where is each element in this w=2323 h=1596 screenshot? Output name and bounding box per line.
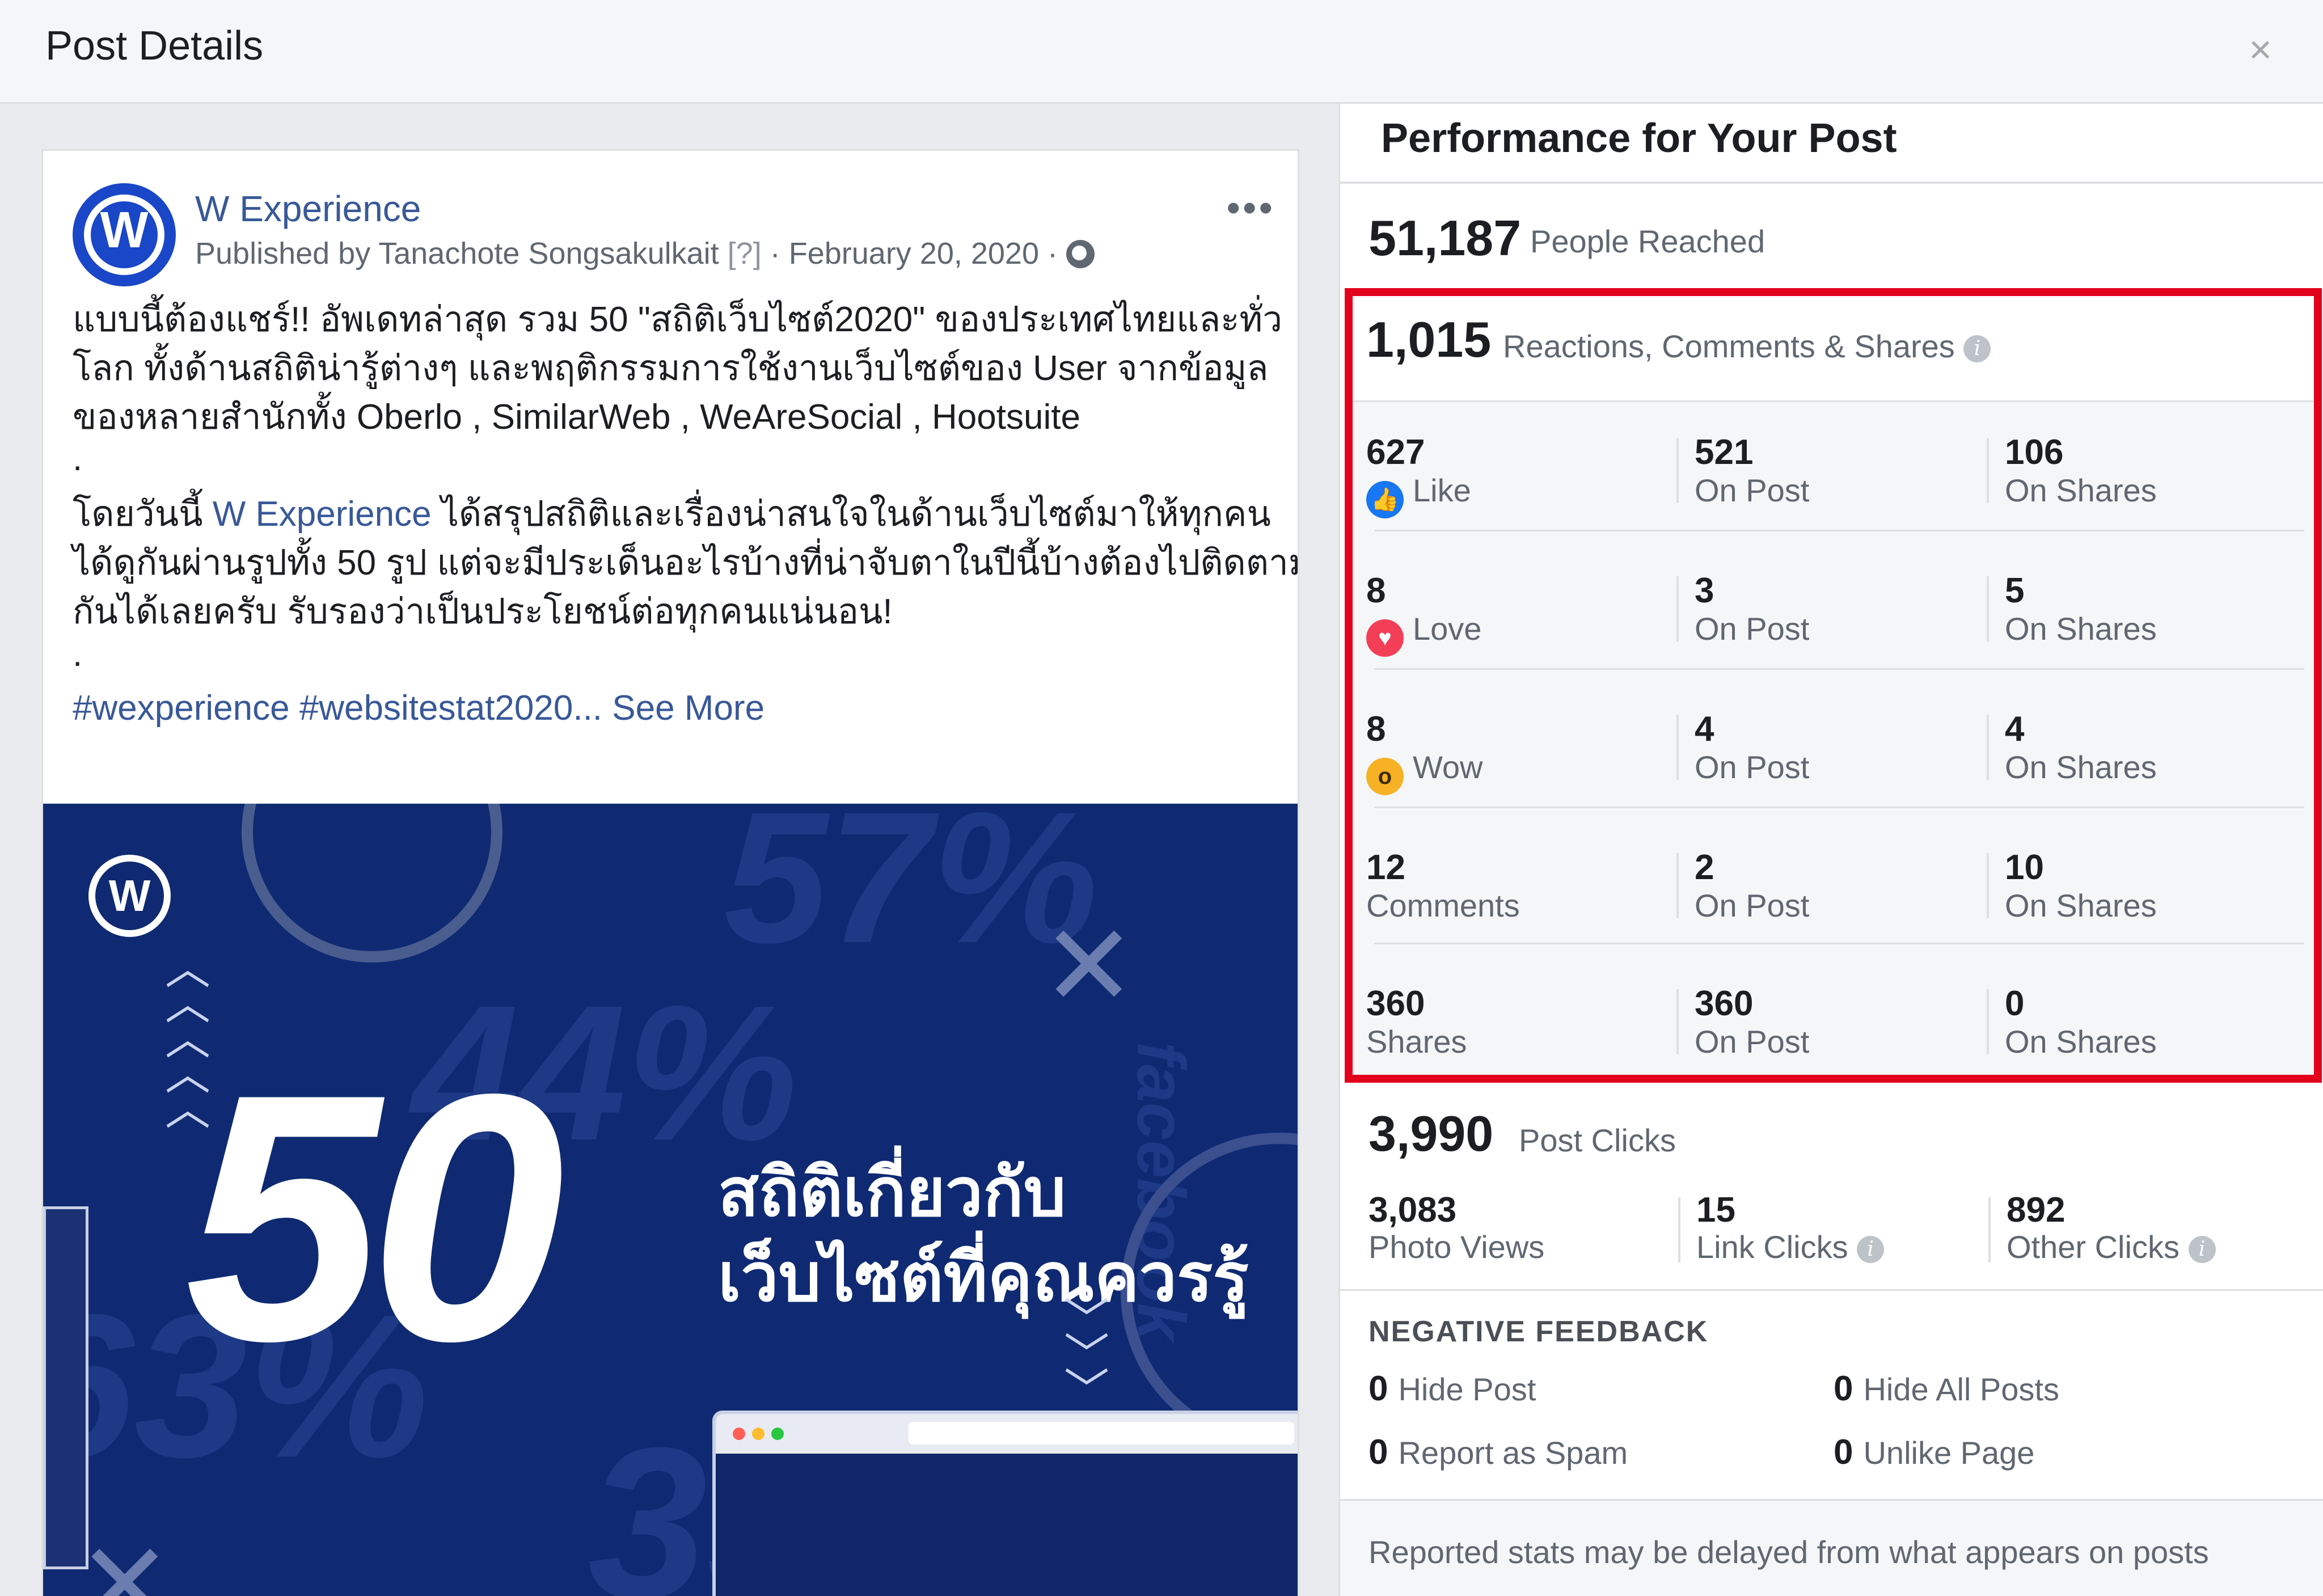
post-text-line: ของหลายสำนักทั้ง Oberlo , SimilarWeb , W…: [73, 398, 1080, 437]
post-card: W W Experience Published by Tanachote So…: [41, 149, 1299, 1596]
engagement-highlight-box: 1,015 Reactions, Comments & Shares i 627…: [1345, 288, 2322, 1083]
on-post-label: On Post: [1695, 749, 1810, 785]
wow-label: o Wow: [1366, 749, 1483, 795]
on-post-label: On Post: [1695, 1024, 1810, 1059]
more-options-icon[interactable]: •••: [1226, 185, 1275, 230]
close-icon[interactable]: ×: [2249, 29, 2272, 69]
post-image[interactable]: 57% 44% 63% 33.8 facebook ✕ ✕ W ︿︿︿︿︿ 50…: [43, 804, 1298, 1596]
avatar-logo-icon: W: [100, 202, 149, 259]
post-text-line: .: [73, 439, 83, 478]
on-shares-label: On Shares: [2005, 611, 2157, 647]
like-on-shares: 106: [2005, 433, 2064, 472]
people-reached-label: People Reached: [1530, 223, 1766, 259]
engagement-summary: 1,015 Reactions, Comments & Shares i: [1353, 296, 2314, 402]
performance-title: Performance for Your Post: [1381, 116, 1897, 161]
photo-views-label: Photo Views: [1369, 1229, 1545, 1265]
hashtags-link[interactable]: #wexperience #websitestat2020...: [73, 689, 602, 728]
love-icon: ♥: [1366, 619, 1404, 657]
love-on-shares: 5: [2005, 571, 2025, 610]
brand-logo-icon: W: [88, 855, 171, 937]
comments-on-post: 2: [1695, 848, 1714, 887]
post-text-line: ได้ดูกันผ่านรูปทั้ง 50 รูป แต่จะมีประเด็…: [73, 543, 1299, 582]
post-text-line: กันได้เลยครับ รับรองว่าเป็นประโยชน์ต่อทุ…: [73, 592, 893, 631]
help-marker[interactable]: [?]: [728, 237, 762, 271]
wow-total: 8: [1366, 710, 1386, 749]
page-avatar[interactable]: W: [73, 183, 176, 286]
report-spam-stat: 0 Report as Spam: [1369, 1433, 1628, 1472]
publisher-text: Published by Tanachote Songsakulkait: [195, 237, 719, 271]
link-clicks-value: 15: [1696, 1190, 1735, 1230]
decor-cross-icon: ✕: [77, 1521, 172, 1596]
page-name-link[interactable]: W Experience: [195, 188, 421, 230]
photo-views-value: 3,083: [1369, 1190, 1457, 1230]
wow-on-shares: 4: [2005, 710, 2025, 749]
dialog-title: Post Details: [45, 23, 264, 69]
engagement-value: 1,015: [1366, 311, 1492, 368]
love-total: 8: [1366, 571, 1386, 610]
unlike-page-stat: 0 Unlike Page: [1834, 1433, 2035, 1472]
wow-on-post: 4: [1695, 710, 1714, 749]
globe-icon: [1066, 240, 1095, 268]
shares-on-shares: 0: [2005, 984, 2025, 1023]
dialog-header: Post Details ×: [0, 0, 2323, 104]
shares-on-post: 360: [1695, 984, 1754, 1023]
negative-feedback-title: NEGATIVE FEEDBACK: [1369, 1315, 1709, 1348]
on-post-label: On Post: [1695, 472, 1810, 508]
big-number: 50: [185, 1021, 565, 1414]
post-text-line: โลก ทั้งด้านสถิติน่ารู้ต่างๆ และพฤติกรรม…: [73, 349, 1269, 388]
like-total: 627: [1366, 433, 1425, 472]
comments-label: Comments: [1366, 888, 1520, 923]
on-shares-label: On Shares: [2005, 472, 2157, 508]
chevron-down-icon: ﹀ ﹀ ﹀: [1064, 1295, 1109, 1416]
post-text-line: แบบนี้ต้องแชร์!! อัพเดทล่าสุด รวม 50 "สถ…: [73, 300, 1283, 339]
hide-all-posts-stat: 0 Hide All Posts: [1834, 1369, 2059, 1408]
browser-mockup: [712, 1411, 1298, 1596]
info-icon[interactable]: i: [1963, 335, 1991, 362]
other-clicks-label: Other Clicks i: [2007, 1228, 2216, 1265]
decor-cross-icon: ✕: [1041, 903, 1137, 1029]
on-post-label: On Post: [1695, 611, 1810, 647]
post-clicks-value: 3,990: [1369, 1105, 1494, 1162]
other-clicks-value: 892: [2007, 1190, 2066, 1230]
post-text-line: .: [73, 635, 83, 674]
decor-circle: [242, 804, 502, 962]
on-shares-label: On Shares: [2005, 749, 2157, 785]
on-shares-label: On Shares: [2005, 1024, 2157, 1059]
engagement-label: Reactions, Comments & Shares i: [1503, 328, 1991, 365]
link-clicks-label: Link Clicks i: [1696, 1228, 1885, 1265]
love-label: ♥ Love: [1366, 610, 1481, 657]
like-label: 👍 Like: [1366, 472, 1471, 518]
love-on-post: 3: [1695, 571, 1714, 610]
divider: [1340, 181, 2323, 184]
like-icon: 👍: [1366, 481, 1404, 518]
people-reached-value: 51,187: [1369, 210, 1522, 266]
post-preview-pane: W W Experience Published by Tanachote So…: [0, 104, 1338, 1596]
comments-on-shares: 10: [2005, 848, 2044, 887]
on-post-label: On Post: [1695, 888, 1810, 923]
on-shares-label: On Shares: [2005, 888, 2157, 923]
shares-label: Shares: [1366, 1024, 1467, 1059]
wow-icon: o: [1366, 758, 1404, 795]
image-subheadline: เว็บไซต์ที่คุณควรรู้: [718, 1240, 1249, 1315]
hide-post-stat: 0 Hide Post: [1369, 1369, 1536, 1408]
post-date-link[interactable]: · February 20, 2020 ·: [770, 237, 1058, 271]
like-on-post: 521: [1695, 433, 1754, 472]
post-text-line: โดยวันนี้ W Experience ได้สรุปสถิติและเร…: [73, 495, 1271, 534]
info-icon[interactable]: i: [1857, 1236, 1885, 1263]
comments-total: 12: [1366, 848, 1405, 887]
decor-window: [43, 1206, 88, 1569]
see-more-link[interactable]: See More: [612, 689, 765, 728]
divider: [1340, 1289, 2323, 1291]
footer-note: Reported stats may be delayed from what …: [1369, 1534, 2209, 1570]
publish-info: Published by Tanachote Songsakulkait [?]…: [195, 236, 1095, 271]
post-clicks-label: Post Clicks: [1519, 1122, 1676, 1158]
page-mention-link[interactable]: W Experience: [213, 495, 432, 534]
info-icon[interactable]: i: [2188, 1236, 2216, 1263]
shares-total: 360: [1366, 984, 1425, 1023]
performance-pane: Performance for Your Post 51,187 People …: [1338, 104, 2323, 1596]
stats-footer: Reported stats may be delayed from what …: [1340, 1499, 2323, 1596]
hashtag-line: #wexperience #websitestat2020... See Mor…: [73, 684, 765, 733]
